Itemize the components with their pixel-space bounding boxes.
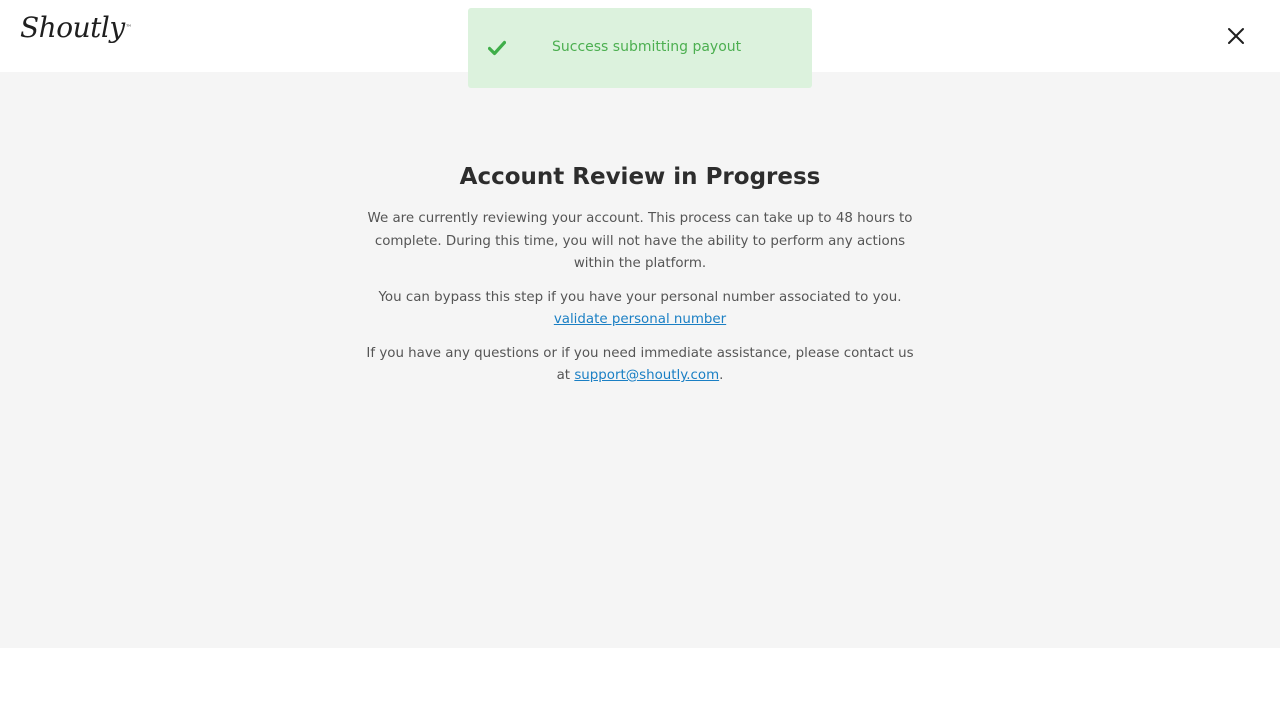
contact-paragraph: If you have any questions or if you need…: [360, 343, 920, 388]
close-button[interactable]: [1222, 22, 1250, 50]
contact-suffix: .: [719, 368, 724, 383]
check-icon: [488, 40, 506, 56]
review-description: We are currently reviewing your account.…: [367, 211, 913, 271]
bypass-paragraph: You can bypass this step if you have you…: [360, 287, 920, 332]
account-review-panel: Account Review in Progress We are curren…: [360, 162, 920, 399]
logo-text: Shoutly: [20, 11, 125, 44]
toast-message: Success submitting payout: [552, 39, 742, 55]
close-icon: [1228, 28, 1244, 44]
bypass-text: You can bypass this step if you have you…: [378, 289, 902, 305]
validate-personal-number-link[interactable]: validate personal number: [554, 312, 726, 327]
logo-trademark: ™: [125, 24, 132, 31]
support-email-link[interactable]: support@shoutly.com: [574, 368, 719, 383]
page-title: Account Review in Progress: [459, 164, 821, 190]
main-content: Account Review in Progress We are curren…: [0, 72, 1280, 648]
shoutly-logo[interactable]: Shoutly™: [20, 10, 132, 46]
success-toast: Success submitting payout: [468, 8, 812, 88]
